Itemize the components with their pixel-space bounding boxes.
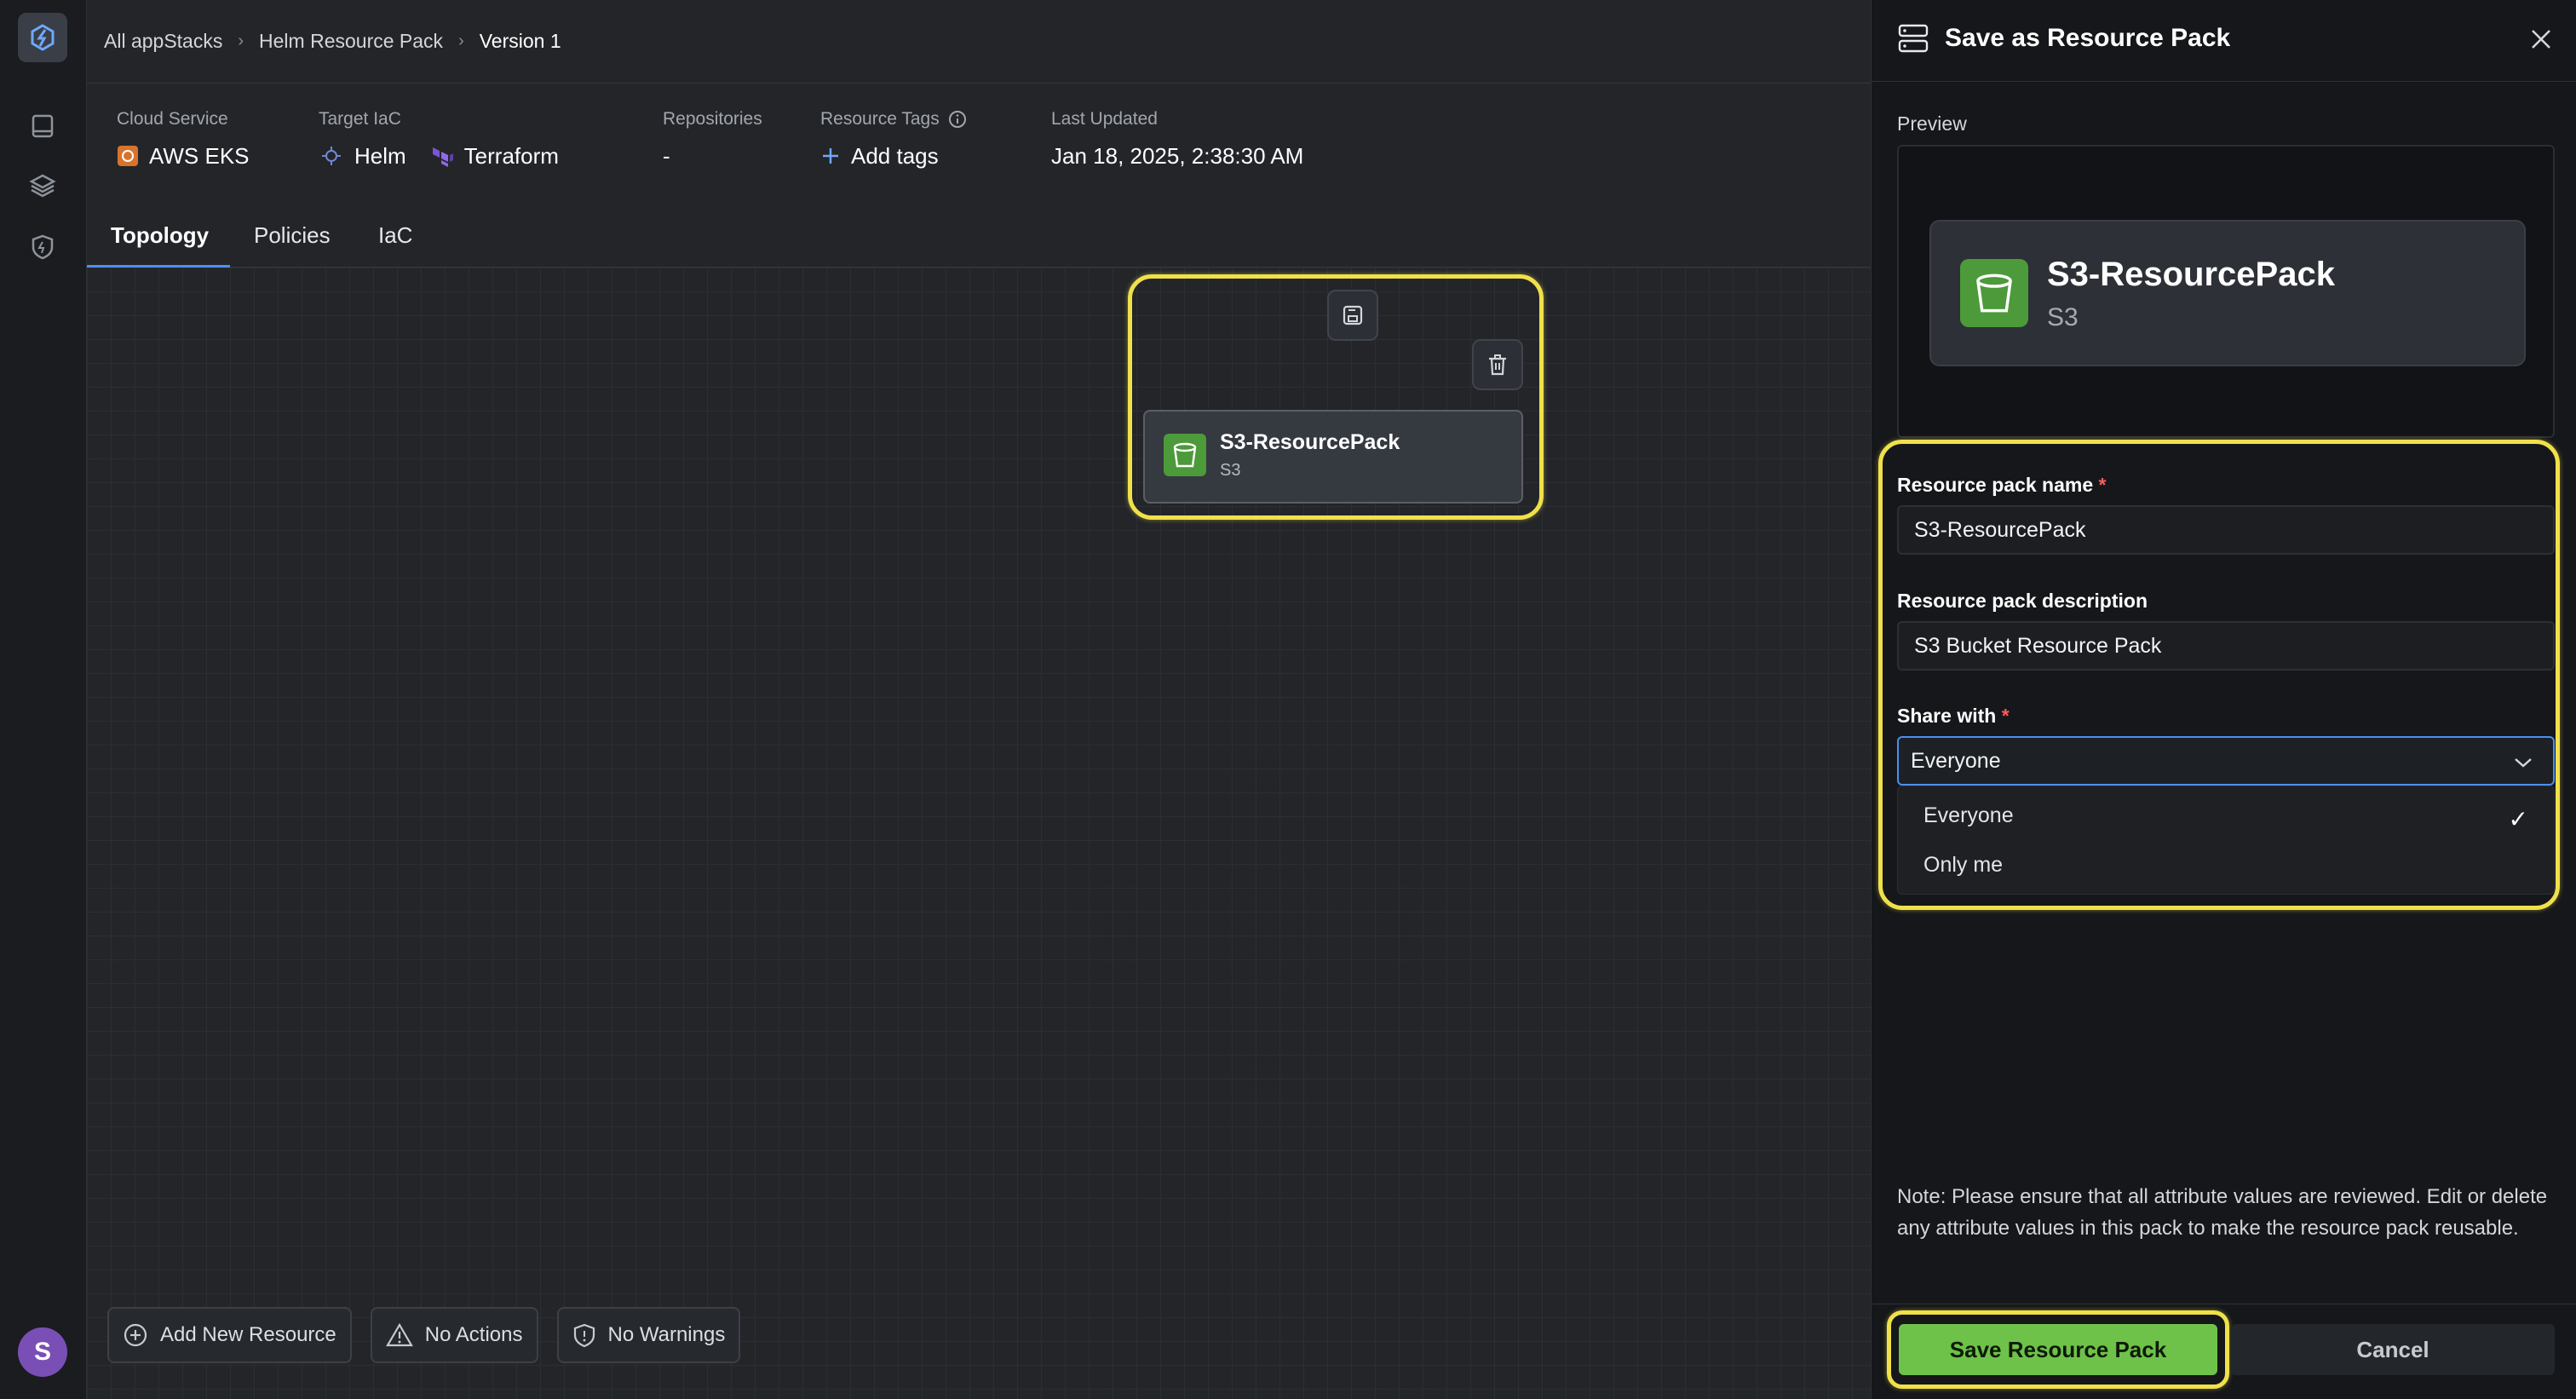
share-with-label: Share with * — [1897, 705, 2010, 728]
tab-topology[interactable]: Topology — [111, 203, 209, 268]
no-actions-label: No Actions — [424, 1323, 523, 1346]
bottom-toolbar: Add New Resource No Actions No Warnings — [107, 1307, 741, 1363]
last-updated-value: Jan 18, 2025, 2:38:30 AM — [1051, 142, 1304, 169]
chevron-down-icon — [2515, 758, 2532, 768]
preview-box: S3-ResourcePack S3 — [1897, 145, 2555, 438]
book-icon[interactable] — [26, 110, 59, 142]
cancel-button[interactable]: Cancel — [2231, 1324, 2555, 1375]
required-mark: * — [2001, 705, 2010, 727]
trash-icon — [1489, 354, 1506, 376]
preview-label: Preview — [1897, 112, 1967, 135]
meta-cloud-service: Cloud Service AWS EKS — [117, 107, 250, 170]
meta-resource-tags: Resource Tags Add tags — [820, 107, 967, 170]
no-actions-button[interactable]: No Actions — [370, 1307, 538, 1363]
preview-card: S3-ResourcePack S3 — [1929, 220, 2526, 366]
cloud-service-label: Cloud Service — [117, 109, 228, 129]
save-resource-pack-button[interactable]: Save Resource Pack — [1899, 1324, 2217, 1375]
review-note: Note: Please ensure that all attribute v… — [1897, 1185, 2548, 1240]
repositories-value: - — [663, 142, 670, 169]
repositories-label: Repositories — [663, 109, 762, 129]
share-with-select[interactable]: Everyone — [1897, 736, 2555, 786]
resource-tags-label: Resource Tags — [820, 109, 940, 129]
tab-policies[interactable]: Policies — [254, 203, 331, 268]
share-with-value: Everyone — [1911, 748, 2001, 773]
name-field-label: Resource pack name * — [1897, 474, 2106, 497]
delete-node-button[interactable] — [1472, 339, 1523, 390]
panel-title: Save as Resource Pack — [1945, 24, 2231, 52]
meta-last-updated: Last Updated Jan 18, 2025, 2:38:30 AM — [1051, 107, 1303, 170]
breadcrumb-helm-resource-pack[interactable]: Helm Resource Pack — [259, 30, 443, 53]
name-label-text: Resource pack name — [1897, 474, 2094, 496]
add-tags-button[interactable]: Add tags — [820, 141, 967, 170]
save-icon — [1343, 305, 1363, 325]
resource-pack-description-input[interactable]: S3 Bucket Resource Pack — [1897, 621, 2555, 671]
checkmark-icon: ✓ — [2508, 806, 2528, 832]
last-updated-label: Last Updated — [1051, 109, 1158, 129]
required-mark: * — [2098, 474, 2107, 496]
helm-label: Helm — [354, 142, 406, 169]
cloud-service-value: AWS EKS — [149, 142, 250, 169]
warning-triangle-icon — [385, 1322, 413, 1347]
resource-node-card[interactable]: S3-ResourcePack S3 — [1143, 410, 1523, 504]
breadcrumb-all-appstacks[interactable]: All appStacks — [104, 30, 222, 53]
resource-tags-label-row: Resource Tags — [820, 107, 967, 131]
preview-title: S3-ResourcePack — [2047, 256, 2335, 293]
plus-circle-icon — [124, 1323, 147, 1347]
chevron-right-icon: › — [458, 31, 464, 50]
breadcrumb-version: Version 1 — [479, 29, 561, 52]
info-icon[interactable] — [948, 110, 967, 129]
option-only-me[interactable]: Only me — [1923, 853, 2003, 878]
s3-bucket-icon — [1960, 259, 2028, 327]
description-field-label: Resource pack description — [1897, 590, 2148, 612]
plus-icon — [823, 148, 838, 164]
aws-eks-icon — [118, 146, 138, 166]
meta-repositories: Repositories - — [663, 107, 762, 170]
share-label-text: Share with — [1897, 705, 1997, 727]
breadcrumb: All appStacks › Helm Resource Pack › Ver… — [104, 26, 561, 56]
target-iac-label: Target IaC — [319, 109, 401, 129]
tab-iac[interactable]: IaC — [378, 203, 412, 268]
panel-header: Save as Resource Pack — [1872, 0, 2576, 82]
topology-canvas[interactable] — [87, 268, 1871, 1399]
resource-pack-icon — [1898, 24, 1929, 53]
share-with-dropdown: Everyone ✓ Only me — [1897, 786, 2555, 895]
main-area: All appStacks › Helm Resource Pack › Ver… — [87, 0, 1871, 1399]
shield-icon — [573, 1323, 595, 1348]
resource-pack-name-input[interactable]: S3-ResourcePack — [1897, 505, 2555, 555]
add-tags-label: Add tags — [851, 142, 939, 169]
option-everyone[interactable]: Everyone — [1923, 803, 2014, 828]
helm-icon — [322, 147, 341, 165]
no-warnings-label: No Warnings — [607, 1323, 726, 1346]
add-new-resource-button[interactable]: Add New Resource — [107, 1307, 352, 1363]
tab-bar: Topology Policies IaC — [87, 203, 1871, 268]
add-new-resource-label: Add New Resource — [160, 1323, 336, 1346]
node-title: S3-ResourcePack — [1220, 430, 1400, 454]
app-logo-icon[interactable] — [18, 13, 67, 62]
user-avatar[interactable]: S — [18, 1327, 67, 1377]
shield-icon[interactable] — [26, 231, 59, 263]
s3-bucket-icon — [1164, 434, 1206, 476]
chevron-right-icon: › — [238, 31, 244, 50]
preview-subtitle: S3 — [2047, 303, 2079, 331]
terraform-icon — [432, 147, 453, 167]
no-warnings-button[interactable]: No Warnings — [556, 1307, 741, 1363]
app-root: S All appStacks › Helm Resource Pack › V… — [0, 0, 2576, 1399]
close-icon[interactable] — [2529, 27, 2553, 51]
layers-icon[interactable] — [26, 170, 59, 202]
terraform-label: Terraform — [463, 142, 559, 169]
cloud-service-value-row: AWS EKS — [117, 141, 250, 170]
node-subtitle: S3 — [1220, 461, 1241, 480]
target-iac-value-row: Helm Terraform — [319, 141, 559, 170]
meta-target-iac: Target IaC Helm Terraform — [319, 107, 559, 170]
save-node-button[interactable] — [1327, 290, 1378, 341]
left-rail: S — [0, 0, 87, 1399]
save-resource-pack-panel: Save as Resource Pack Preview S3-Resourc… — [1871, 0, 2576, 1399]
